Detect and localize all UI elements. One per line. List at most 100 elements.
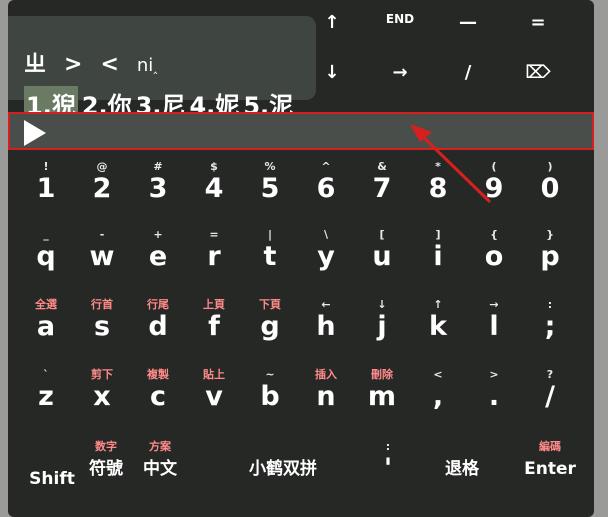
shift-key[interactable]: Shift — [24, 450, 80, 494]
quote-key[interactable]: : ' — [364, 440, 412, 484]
key-2-2[interactable]: 行尾 d — [134, 298, 182, 342]
key-sub-label: ^ — [321, 160, 331, 173]
key-sub-label: 剪下 — [91, 368, 113, 381]
key-2-4[interactable]: 下頁 g — [246, 298, 294, 342]
key-sub-label: ( — [491, 160, 497, 173]
space-key[interactable]: 小鹤双拼 — [208, 454, 358, 484]
enter-key[interactable]: 編碼 Enter — [518, 440, 582, 484]
key-main-label: t — [263, 241, 277, 272]
key-1-9[interactable]: } p — [526, 228, 574, 272]
key-sub-label: * — [435, 160, 441, 173]
key-main-label: h — [316, 311, 336, 342]
key-sub-label: 全選 — [35, 298, 57, 311]
key-main-label: w — [89, 241, 115, 272]
key-main-label: e — [148, 241, 168, 272]
key-3-1[interactable]: 剪下 x — [78, 368, 126, 412]
key-0-5[interactable]: ^ 6 — [302, 160, 350, 204]
key-0-8[interactable]: (9 — [470, 160, 518, 204]
key-0-1[interactable]: @2 — [78, 160, 126, 204]
key-sub-label: ↓ — [377, 298, 387, 311]
key-main-label: 8 — [428, 173, 448, 204]
key-3-0[interactable]: ` z — [22, 368, 70, 412]
key-sub-label: ! — [43, 160, 49, 173]
key-3-7[interactable]: <, — [414, 368, 462, 412]
key-main-label: 2 — [92, 173, 112, 204]
key-main-label: b — [260, 381, 280, 412]
key-0-3[interactable]: $4 — [190, 160, 238, 204]
key-1-3[interactable]: = r — [190, 228, 238, 272]
key-sub-label: { — [490, 228, 498, 241]
key-0-2[interactable]: #3 — [134, 160, 182, 204]
key-2-7[interactable]: ↑ k — [414, 298, 462, 342]
key-1-8[interactable]: {o — [470, 228, 518, 272]
key-main-label: c — [149, 381, 166, 412]
key-main-label: d — [148, 311, 168, 342]
key-sub-label: = — [209, 228, 219, 241]
key-sub-label: \ — [323, 228, 329, 241]
key-3-5[interactable]: 插入 n — [302, 368, 350, 412]
key-2-3[interactable]: 上頁 f — [190, 298, 238, 342]
key-sub-label: ~ — [265, 368, 275, 381]
key-main-label: , — [432, 381, 444, 412]
key-3-4[interactable]: ~ b — [246, 368, 294, 412]
key-sub-label: > — [489, 368, 499, 381]
key-3-8[interactable]: >. — [470, 368, 518, 412]
key-sub-label: < — [433, 368, 443, 381]
key-1-2[interactable]: + e — [134, 228, 182, 272]
key-sub-label: ↑ — [433, 298, 443, 311]
key-0-4[interactable]: % 5 — [246, 160, 294, 204]
key-main-label: g — [260, 311, 280, 342]
key-sub-label: 刪除 — [371, 368, 393, 381]
key-sub-label: % — [264, 160, 276, 173]
key-2-1[interactable]: 行首 s — [78, 298, 126, 342]
symbols-key[interactable]: 数字 符號 — [82, 440, 130, 484]
key-main-label: 3 — [148, 173, 168, 204]
key-1-1[interactable]: -w — [78, 228, 126, 272]
key-0-7[interactable]: * 8 — [414, 160, 462, 204]
key-main-label: m — [367, 381, 397, 412]
key-sub-label: 行首 — [91, 298, 113, 311]
key-3-3[interactable]: 貼上 v — [190, 368, 238, 412]
key-sub-label: ? — [546, 368, 554, 381]
key-main-label: / — [545, 381, 555, 412]
key-3-9[interactable]: ? / — [526, 368, 574, 412]
key-2-0[interactable]: 全選 a — [22, 298, 70, 342]
key-0-0[interactable]: ! 1 — [22, 160, 70, 204]
key-3-6[interactable]: 刪除 m — [358, 368, 406, 412]
key-main-label: 0 — [540, 173, 560, 204]
key-main-label: 7 — [372, 173, 392, 204]
key-0-6[interactable]: & 7 — [358, 160, 406, 204]
key-1-4[interactable]: | t — [246, 228, 294, 272]
key-sub-label: ` — [43, 368, 49, 381]
key-sub-label: - — [99, 228, 105, 241]
key-2-9[interactable]: :; — [526, 298, 574, 342]
key-3-2[interactable]: 複製 c — [134, 368, 182, 412]
key-2-8[interactable]: → l — [470, 298, 518, 342]
key-1-7[interactable]: ] i — [414, 228, 462, 272]
backspace-key[interactable]: 退格 — [434, 454, 490, 484]
key-sub-label: [ — [379, 228, 385, 241]
key-main-label: 9 — [484, 173, 504, 204]
key-sub-label: ] — [435, 228, 441, 241]
chinese-mode-key[interactable]: 方案 中文 — [136, 440, 184, 484]
key-2-6[interactable]: ↓ j — [358, 298, 406, 342]
key-main-label: i — [433, 241, 443, 272]
key-sub-label: + — [153, 228, 163, 241]
key-2-5[interactable]: ← h — [302, 298, 350, 342]
key-1-0[interactable]: _ q — [22, 228, 70, 272]
key-sub-label: _ — [43, 228, 49, 241]
key-sub-label: 下頁 — [259, 298, 281, 311]
key-main-label: z — [38, 381, 54, 412]
key-main-label: y — [317, 241, 335, 272]
key-1-5[interactable]: \ y — [302, 228, 350, 272]
key-0-9[interactable]: ) 0 — [526, 160, 574, 204]
key-sub-label: # — [153, 160, 163, 173]
key-main-label: j — [377, 311, 387, 342]
key-main-label: 4 — [204, 173, 224, 204]
keyboard-panel: ㄓ > < ni‸ 1.猊 2.你 3.尼 4.妮 5.泥 ↑ END — = ↓ → / ⌦ ! 1 @… — [8, 0, 594, 517]
key-main-label: o — [484, 241, 504, 272]
key-sub-label: | — [267, 228, 273, 241]
key-main-label: 1 — [36, 173, 56, 204]
key-1-6[interactable]: [u — [358, 228, 406, 272]
key-sub-label: 上頁 — [203, 298, 225, 311]
